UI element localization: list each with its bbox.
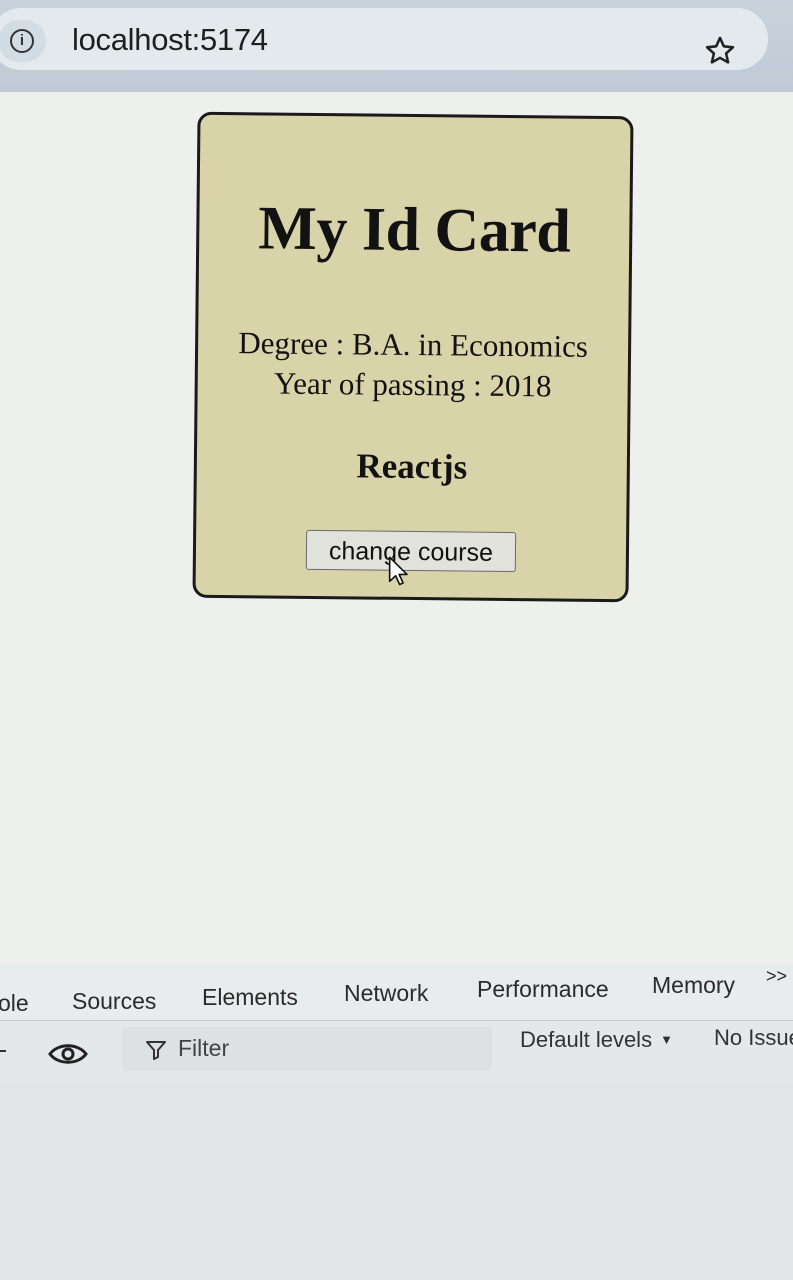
console-toolbar: Filter Default levels ▼ No Issue [0,1021,793,1081]
log-levels-dropdown[interactable]: Default levels ▼ [520,1027,673,1053]
site-info-button[interactable]: i [0,20,46,62]
info-icon: i [10,29,34,53]
devtools-panel: ole Sources Elements Network Performance… [0,964,793,1280]
funnel-icon [146,1041,166,1060]
screen: i localhost:5174 My Id Card Degree : B.A… [0,0,793,1280]
browser-toolbar: i localhost:5174 [0,0,793,92]
url-text[interactable]: localhost:5174 [72,22,268,58]
devtools-tab-bar: ole Sources Elements Network Performance… [0,964,793,1029]
tab-memory[interactable]: Memory [652,972,735,999]
console-filter-input[interactable]: Filter [122,1027,492,1071]
star-icon[interactable] [703,34,737,68]
tab-performance[interactable]: Performance [477,976,609,1003]
filter-placeholder: Filter [178,1035,230,1061]
degree-text: Degree : B.A. in Economics [238,325,589,364]
tab-sources[interactable]: Sources [72,988,156,1015]
id-card: My Id Card Degree : B.A. in Economics Ye… [192,111,634,603]
address-bar[interactable]: i localhost:5174 [0,8,768,70]
card-title: My Id Card [258,194,571,266]
course-name: Reactjs [356,446,468,487]
change-course-button[interactable]: change course [305,529,517,573]
caret-down-icon: ▼ [660,1032,673,1047]
issues-indicator[interactable]: No Issue [714,1025,793,1051]
tab-elements[interactable]: Elements [202,984,298,1011]
tab-console[interactable]: ole [0,990,49,1029]
toolbar-edge-divider [0,1050,6,1052]
year-text: Year of passing : 2018 [273,365,552,404]
more-tabs-button[interactable]: >> [766,966,787,987]
cursor-icon [388,556,408,586]
eye-icon[interactable] [48,1041,88,1067]
tab-network[interactable]: Network [344,980,428,1007]
log-levels-label: Default levels [520,1027,653,1052]
